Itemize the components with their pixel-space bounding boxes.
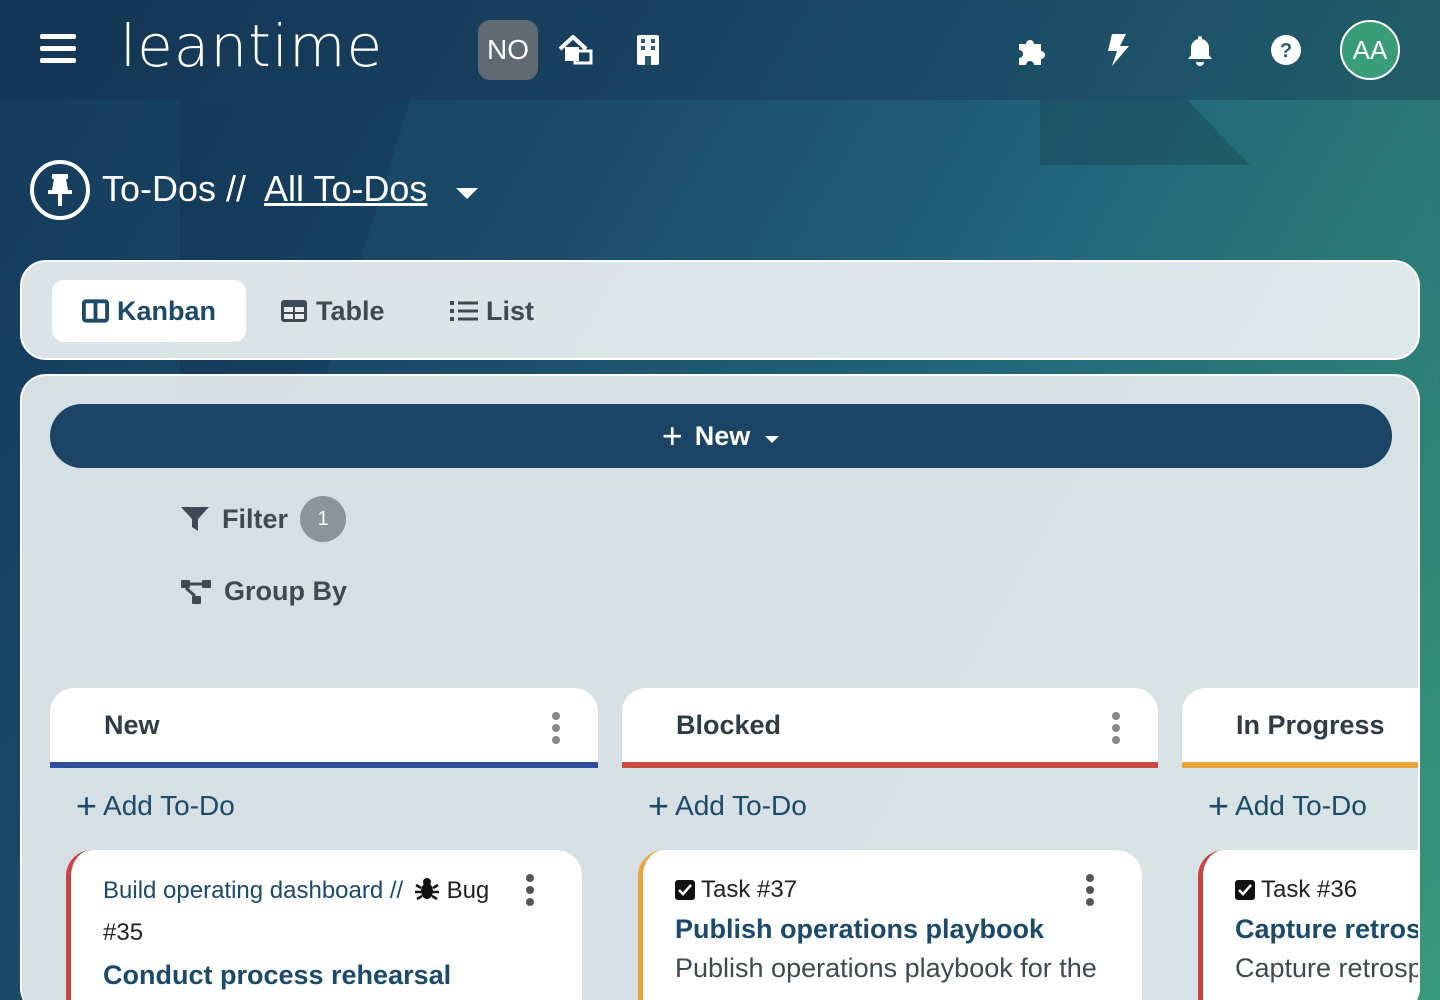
column-menu-icon[interactable]: [552, 712, 562, 746]
bolt-icon[interactable]: [1097, 30, 1137, 70]
kanban-column-in-progress: In Progress + Add To-Do Task #36 Capture…: [1182, 688, 1418, 1000]
app-logo[interactable]: leantime: [120, 14, 383, 78]
add-todo-label: Add To-Do: [675, 790, 807, 821]
company-badge[interactable]: NO: [478, 20, 538, 80]
bell-icon[interactable]: [1180, 30, 1220, 70]
pin-icon: [30, 160, 90, 220]
card-ticket: Task #37: [701, 876, 798, 903]
card-title[interactable]: Conduct process rehearsal: [103, 960, 550, 991]
list-icon: [450, 301, 478, 321]
add-todo-button[interactable]: + Add To-Do: [1208, 788, 1367, 824]
card-title[interactable]: Capture retrospective: [1235, 914, 1418, 945]
filter-icon: [181, 507, 209, 531]
page-title: To-Dos // All To-Dos: [102, 168, 479, 210]
kanban-column-blocked: Blocked + Add To-Do Task #37 Publish ope…: [622, 688, 1158, 1000]
tab-kanban[interactable]: Kanban: [52, 280, 246, 342]
top-navigation-bar: leantime NO ? AA: [0, 0, 1440, 100]
puzzle-icon[interactable]: [1012, 30, 1052, 70]
card-ticket-line: Task #36: [1235, 876, 1418, 904]
tab-label: List: [486, 295, 535, 326]
card-description: Publish operations playbook for the: [675, 953, 1097, 983]
column-header: In Progress: [1182, 688, 1418, 768]
plus-icon: +: [1208, 785, 1230, 826]
filter-button[interactable]: Filter 1: [180, 496, 347, 542]
task-checkbox-icon: [675, 880, 695, 900]
kanban-icon: [82, 299, 109, 323]
card-description: Capture retrospective: [1235, 953, 1418, 983]
menu-icon[interactable]: [40, 34, 76, 66]
new-todo-button[interactable]: + New: [50, 404, 1392, 468]
todo-card[interactable]: Task #37 Publish operations playbook Pub…: [638, 850, 1142, 1000]
column-header: New: [50, 688, 598, 768]
building-icon[interactable]: [628, 30, 668, 70]
column-title: Blocked: [676, 710, 782, 740]
column-status-bar: [1182, 762, 1418, 768]
add-todo-button[interactable]: + Add To-Do: [76, 788, 235, 824]
kanban-column-new: New + Add To-Do Build operating dashboar…: [50, 688, 598, 1000]
plus-icon: +: [661, 415, 683, 456]
tab-label: Table: [316, 295, 385, 326]
filter-label: Filter: [222, 503, 289, 534]
group-by-label: Group By: [224, 576, 348, 606]
card-menu-icon[interactable]: [1086, 874, 1096, 908]
chevron-down-icon: [764, 421, 780, 452]
todo-card[interactable]: Task #36 Capture retrospective Capture r…: [1198, 850, 1418, 1000]
card-ticket: Task #36: [1261, 876, 1358, 903]
card-menu-icon[interactable]: [526, 874, 536, 908]
svg-text:?: ?: [1280, 40, 1292, 62]
tab-list[interactable]: List: [420, 280, 564, 342]
group-by-button[interactable]: Group By: [180, 576, 347, 607]
column-title: New: [104, 710, 160, 740]
help-icon[interactable]: ?: [1266, 30, 1306, 70]
view-tabs: Kanban Table List: [20, 260, 1420, 360]
user-avatar[interactable]: AA: [1340, 20, 1400, 80]
background-shape: [1040, 100, 1250, 165]
card-ticket-line: Task #37: [675, 876, 1110, 904]
column-status-bar: [622, 762, 1158, 768]
column-header: Blocked: [622, 688, 1158, 768]
card-title[interactable]: Publish operations playbook: [675, 914, 1110, 945]
tab-table[interactable]: Table: [250, 280, 415, 342]
tab-label: Kanban: [116, 295, 216, 326]
bug-icon: [414, 878, 439, 901]
add-todo-label: Add To-Do: [1235, 790, 1367, 821]
table-icon: [281, 300, 307, 322]
chevron-down-icon[interactable]: [455, 168, 479, 210]
new-button-label: New: [694, 420, 751, 451]
column-title: In Progress: [1236, 710, 1385, 740]
card-ticket-number: #35: [103, 919, 144, 946]
add-todo-button[interactable]: + Add To-Do: [648, 788, 807, 824]
task-checkbox-icon: [1235, 880, 1255, 900]
home-icon[interactable]: [556, 30, 596, 70]
column-menu-icon[interactable]: [1112, 712, 1122, 746]
card-project[interactable]: Build operating dashboard //: [103, 877, 403, 904]
breadcrumb-section: To-Dos //: [102, 168, 247, 209]
plus-icon: +: [648, 785, 670, 826]
todo-card[interactable]: Build operating dashboard // Bug #35 Con…: [66, 850, 582, 1000]
kanban-board-panel: + New Filter 1 Group By New + Add To-Do: [20, 374, 1420, 1000]
column-status-bar: [50, 762, 598, 768]
view-selector-link[interactable]: All To-Dos: [264, 168, 427, 210]
filter-count-badge: 1: [300, 496, 347, 542]
group-by-icon: [181, 579, 211, 604]
card-type-label: Bug: [446, 877, 490, 904]
card-project-line: Build operating dashboard // Bug: [103, 876, 550, 906]
plus-icon: +: [76, 785, 98, 826]
add-todo-label: Add To-Do: [103, 790, 235, 821]
